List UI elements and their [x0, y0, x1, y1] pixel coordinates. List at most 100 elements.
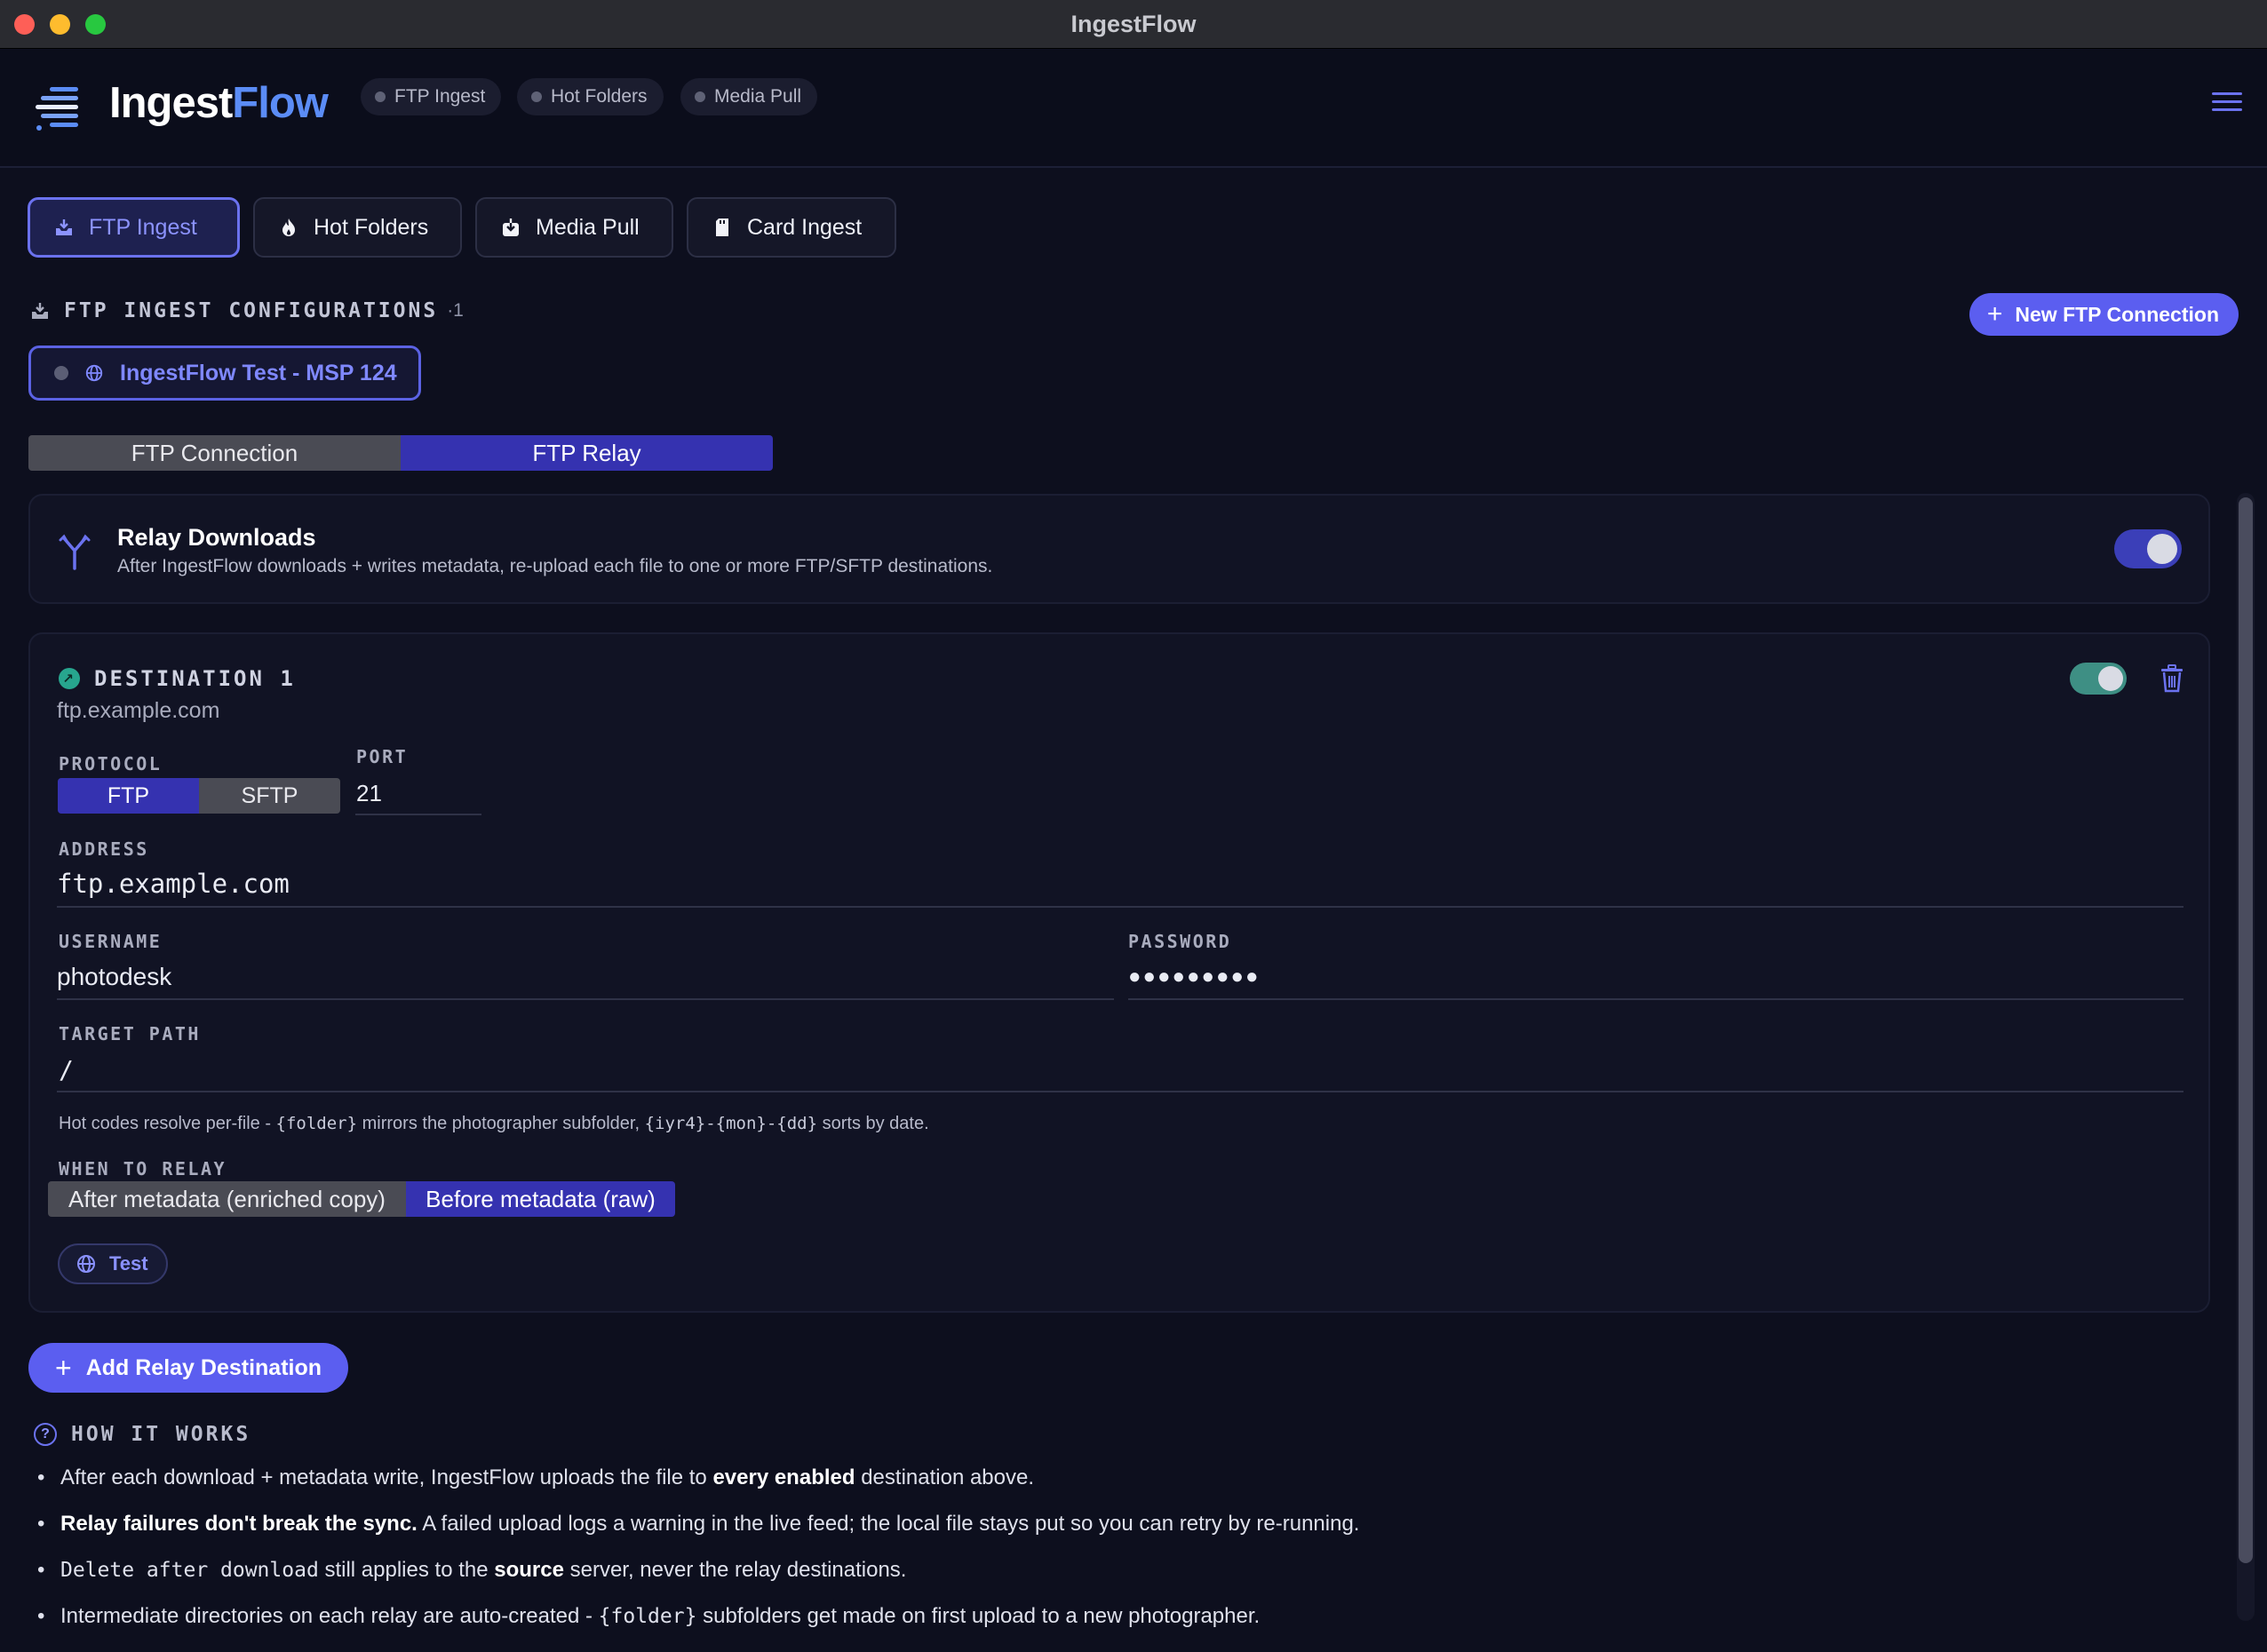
address-underline — [57, 906, 2183, 908]
window-title: IngestFlow — [1070, 11, 1197, 37]
subtab-ftp-relay[interactable]: FTP Relay — [401, 435, 773, 471]
bullet-bold: Relay failures don't break the sync. — [60, 1512, 418, 1536]
new-ftp-connection-button[interactable]: + New FTP Connection — [1969, 293, 2239, 336]
section-count: ·1 — [447, 300, 464, 321]
section-title: FTP INGEST CONFIGURATIONS — [64, 299, 439, 322]
username-input[interactable]: photodesk — [57, 963, 171, 991]
header-pill-media-pull[interactable]: Media Pull — [680, 78, 818, 115]
download-icon — [500, 217, 521, 238]
destination-card: ↗ DESTINATION 1 ftp.example.com PROTOCOL… — [28, 632, 2210, 1313]
bullet-text: Intermediate directories on each relay a… — [60, 1604, 599, 1627]
globe-icon — [77, 1255, 95, 1273]
list-item: After each download + metadata write, In… — [37, 1465, 1035, 1490]
plus-icon: + — [55, 1351, 72, 1384]
button-label: Add Relay Destination — [85, 1354, 322, 1380]
status-dot — [695, 91, 705, 102]
bullet-code: Delete after download — [60, 1559, 319, 1582]
relay-title: Relay Downloads — [117, 524, 316, 551]
bullet-bold: every enabled — [712, 1465, 855, 1489]
bullet-text: subfolders get made on first upload to a… — [696, 1604, 1261, 1627]
subtab-ftp-connection[interactable]: FTP Connection — [28, 435, 401, 471]
username-label: USERNAME — [59, 931, 163, 952]
hint-code: {iyr4}-{mon}-{dd} — [644, 1114, 818, 1133]
list-item: Relay failures don't break the sync. A f… — [37, 1512, 1360, 1537]
globe-icon — [85, 364, 103, 382]
hint-text: Hot codes resolve per-file - — [59, 1114, 276, 1133]
hint-text: mirrors the photographer subfolder, — [357, 1114, 645, 1133]
logo-icon — [36, 87, 78, 131]
config-chip[interactable]: IngestFlow Test - MSP 124 — [28, 345, 421, 401]
tab-media-pull[interactable]: Media Pull — [475, 197, 673, 258]
when-to-relay-label: WHEN TO RELAY — [59, 1158, 227, 1179]
when-before-metadata-option[interactable]: Before metadata (raw) — [406, 1181, 675, 1217]
list-item: Intermediate directories on each relay a… — [37, 1604, 1261, 1627]
brand-part-flow: Flow — [232, 79, 329, 127]
relay-toggle[interactable] — [2114, 529, 2182, 568]
pill-label: Media Pull — [714, 86, 802, 107]
header-pill-hot-folders[interactable]: Hot Folders — [517, 78, 664, 115]
arrow-up-right-icon: ↗ — [59, 668, 80, 689]
brand-name: IngestFlow — [109, 78, 329, 128]
address-input[interactable]: ftp.example.com — [57, 869, 290, 899]
how-it-works-title: HOW IT WORKS — [71, 1423, 251, 1446]
config-chip-label: IngestFlow Test - MSP 124 — [120, 360, 397, 385]
when-after-metadata-option[interactable]: After metadata (enriched copy) — [48, 1181, 406, 1217]
password-underline — [1128, 998, 2183, 1000]
bullet-text: A failed upload logs a warning in the li… — [417, 1512, 1360, 1536]
tab-hot-folders[interactable]: Hot Folders — [253, 197, 462, 258]
password-label: PASSWORD — [1128, 931, 1232, 952]
status-dot — [54, 366, 68, 380]
window-titlebar: IngestFlow — [0, 0, 2267, 49]
help-icon: ? — [34, 1423, 57, 1446]
port-underline — [355, 814, 481, 815]
protocol-sftp-option[interactable]: SFTP — [199, 778, 340, 814]
inbox-icon — [53, 217, 75, 238]
tab-label: FTP Ingest — [89, 214, 197, 240]
section-header: FTP INGEST CONFIGURATIONS ·1 — [28, 299, 464, 322]
target-path-underline — [57, 1091, 2183, 1092]
flame-icon — [278, 217, 299, 238]
how-it-works-section: ? HOW IT WORKS After each download + met… — [0, 1421, 2212, 1627]
status-dot — [531, 91, 542, 102]
protocol-selector: FTP SFTP — [58, 778, 340, 814]
connection-subtabs: FTP Connection FTP Relay — [28, 435, 773, 471]
username-underline — [57, 998, 1114, 1000]
hamburger-menu-icon[interactable] — [2212, 91, 2242, 114]
toggle-knob — [2147, 534, 2177, 564]
list-item: Delete after download still applies to t… — [37, 1558, 906, 1583]
port-input[interactable]: 21 — [356, 780, 382, 807]
test-connection-button[interactable]: Test — [58, 1243, 168, 1284]
bullet-bold: source — [494, 1558, 564, 1582]
fork-icon — [59, 534, 91, 570]
destination-enabled-toggle[interactable] — [2070, 663, 2127, 695]
button-label: Test — [109, 1252, 148, 1275]
scrollbar-thumb[interactable] — [2239, 497, 2253, 1563]
password-input[interactable]: ●●●●●●●●● — [1128, 965, 1260, 989]
protocol-label: PROTOCOL — [59, 753, 163, 774]
destination-host: ftp.example.com — [57, 698, 220, 723]
tab-label: Card Ingest — [747, 214, 863, 240]
relay-downloads-card: Relay Downloads After IngestFlow downloa… — [28, 494, 2210, 604]
bullet-text: still applies to the — [318, 1558, 495, 1582]
tab-ftp-ingest[interactable]: FTP Ingest — [28, 197, 240, 258]
target-path-input[interactable]: / — [59, 1055, 74, 1084]
address-label: ADDRESS — [59, 838, 149, 860]
hint-code: {folder} — [275, 1114, 358, 1133]
toggle-knob — [2098, 666, 2123, 691]
destination-heading: ↗ DESTINATION 1 — [59, 666, 296, 691]
brand-part-ingest: Ingest — [109, 79, 233, 127]
header-pill-ftp-ingest[interactable]: FTP Ingest — [361, 78, 502, 115]
app-header: IngestFlow FTP Ingest Hot Folders Media … — [0, 50, 2267, 168]
button-label: New FTP Connection — [2015, 302, 2219, 326]
how-it-works-heading: ? HOW IT WORKS — [34, 1423, 251, 1446]
bullet-text: destination above. — [855, 1465, 1035, 1489]
port-label: PORT — [356, 746, 409, 767]
trash-icon[interactable] — [2160, 664, 2183, 693]
relay-description: After IngestFlow downloads + writes meta… — [117, 556, 993, 576]
bullet-text: After each download + metadata write, In… — [60, 1465, 713, 1489]
plus-icon: + — [1986, 299, 2003, 329]
target-path-label: TARGET PATH — [59, 1023, 201, 1044]
protocol-ftp-option[interactable]: FTP — [58, 778, 199, 814]
tab-card-ingest[interactable]: Card Ingest — [687, 197, 896, 258]
add-relay-destination-button[interactable]: + Add Relay Destination — [28, 1343, 349, 1393]
